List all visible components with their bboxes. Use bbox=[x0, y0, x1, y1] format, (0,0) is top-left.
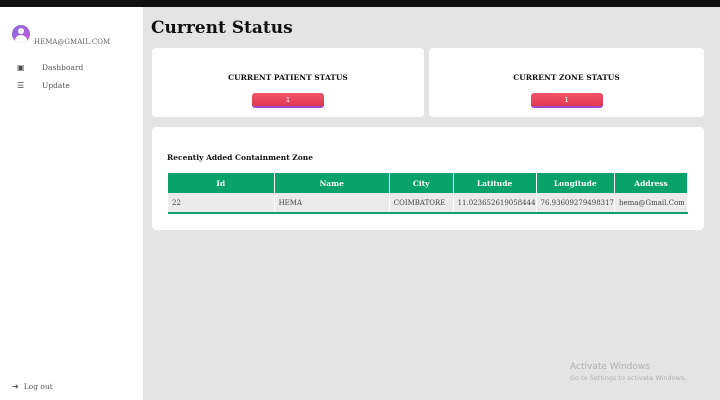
table-title: Recently Added Containment Zone bbox=[167, 153, 314, 162]
window-top-bar bbox=[0, 0, 720, 7]
page-title: Current Status bbox=[151, 18, 293, 38]
cell-name: HEMA bbox=[274, 193, 390, 214]
activate-windows-watermark: Activate Windows Go to Settings to activ… bbox=[570, 362, 686, 382]
logout-icon: ➜ bbox=[12, 382, 19, 391]
column-header-latitude: Latitude bbox=[453, 173, 537, 193]
sidebar-item-dashboard[interactable]: ▣ Dashboard bbox=[17, 58, 83, 76]
user-profile[interactable]: HEMA@GMAIL.COM bbox=[12, 25, 111, 46]
column-header-longitude: Longitude bbox=[536, 173, 616, 193]
avatar[interactable] bbox=[12, 25, 30, 43]
table-header-row: Id Name City Latitude Longitude Address bbox=[168, 173, 688, 193]
column-header-city: City bbox=[389, 173, 454, 193]
containment-zone-table: Id Name City Latitude Longitude Address … bbox=[168, 173, 688, 214]
sidebar-item-update[interactable]: ☰ Update bbox=[17, 76, 83, 94]
cell-longitude: 76.93609279498317 bbox=[536, 193, 616, 214]
containment-zone-card: Recently Added Containment Zone Id Name … bbox=[152, 127, 704, 230]
zone-status-card: CURRENT ZONE STATUS 1 bbox=[429, 48, 704, 117]
cell-id: 22 bbox=[168, 193, 275, 214]
sidebar-item-label: Update bbox=[42, 80, 70, 90]
column-header-name: Name bbox=[274, 173, 390, 193]
list-icon: ☰ bbox=[17, 80, 25, 90]
watermark-title: Activate Windows bbox=[570, 362, 650, 372]
table-row: 22 HEMA COIMBATORE 11.023652619058444 76… bbox=[168, 193, 688, 214]
cell-latitude: 11.023652619058444 bbox=[453, 193, 537, 214]
column-header-id: Id bbox=[168, 173, 275, 193]
logout-link[interactable]: ➜ Log out bbox=[12, 382, 53, 391]
column-header-address: Address bbox=[614, 173, 688, 193]
sidebar-item-label: Dashboard bbox=[42, 62, 84, 72]
sidebar-nav: ▣ Dashboard ☰ Update bbox=[17, 58, 83, 94]
patient-status-card: CURRENT PATIENT STATUS 1 bbox=[152, 48, 424, 117]
user-email: HEMA@GMAIL.COM bbox=[34, 38, 111, 46]
zone-status-count-button[interactable]: 1 bbox=[530, 93, 603, 108]
patient-status-count-button[interactable]: 1 bbox=[252, 93, 324, 108]
logout-label: Log out bbox=[23, 382, 53, 391]
watermark-subtitle: Go to Settings to activate Windows. bbox=[570, 374, 687, 382]
sidebar: HEMA@GMAIL.COM ▣ Dashboard ☰ Update ➜ Lo… bbox=[0, 7, 143, 400]
monitor-icon: ▣ bbox=[17, 62, 25, 72]
patient-status-title: CURRENT PATIENT STATUS bbox=[228, 73, 348, 82]
zone-status-title: CURRENT ZONE STATUS bbox=[513, 73, 620, 82]
cell-city: COIMBATORE bbox=[389, 193, 454, 214]
cell-address: hema@Gmail.Com bbox=[614, 193, 688, 214]
